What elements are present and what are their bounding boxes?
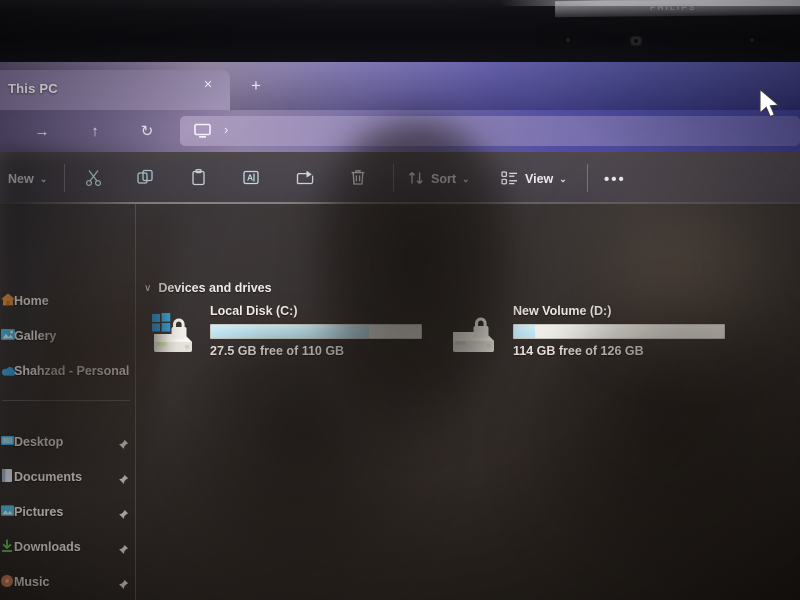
sort-button-label: Sort	[431, 172, 456, 186]
svg-text:A: A	[247, 173, 253, 183]
file-explorer-window: This PC × + → ↑ ↻ › New ⌄ A Sort ⌄ View …	[0, 62, 800, 600]
sidebar-item-label: Music	[14, 575, 50, 589]
tab-label: This PC	[8, 81, 58, 96]
sort-button[interactable]: Sort ⌄	[407, 166, 470, 192]
chevron-down-icon: ⌄	[39, 173, 48, 184]
pin-icon[interactable]	[118, 472, 129, 484]
monitor-bezel: PHILIPS	[0, 0, 800, 62]
sidebar-item-downloads[interactable]: Downloads	[0, 532, 135, 562]
copy-icon	[136, 168, 155, 190]
tab-this-pc[interactable]: This PC	[0, 70, 230, 110]
this-pc-icon	[194, 123, 211, 144]
pin-icon[interactable]	[118, 507, 129, 519]
monitor-brand-label: PHILIPS	[650, 3, 697, 12]
command-bar: New ⌄ A Sort ⌄ View ⌄ •••	[0, 152, 800, 204]
address-bar[interactable]: ›	[180, 116, 800, 146]
navigation-pane: Home Gallery Shahzad - Personal Desktop …	[0, 204, 135, 600]
navigation-bar: → ↑ ↻ ›	[0, 110, 800, 152]
chevron-down-icon: ⌄	[559, 173, 567, 184]
toolbar-divider	[64, 164, 65, 192]
close-icon[interactable]: ×	[198, 75, 218, 95]
new-tab-icon[interactable]: +	[243, 74, 269, 98]
chevron-down-icon[interactable]: ∨	[144, 283, 151, 294]
paste-icon	[189, 168, 208, 190]
pin-icon[interactable]	[118, 577, 129, 589]
drive-usage-fill	[211, 325, 369, 338]
paste-button[interactable]	[189, 166, 208, 192]
sidebar-item-label: Home	[14, 294, 49, 308]
drive-item-new-volume-d[interactable]: New Volume (D:) 114 GB free of 126 GB	[451, 304, 741, 366]
title-bar: This PC × +	[0, 62, 800, 110]
sort-icon	[407, 169, 425, 190]
more-options-button[interactable]: •••	[604, 166, 626, 192]
scissors-icon	[84, 168, 103, 190]
monitor-photo: PHILIPS This PC × + → ↑ ↻ › New ⌄ A Sort…	[0, 0, 800, 600]
rename-icon: A	[241, 168, 261, 190]
sidebar-item-label: Gallery	[14, 329, 57, 343]
drive-icon	[451, 310, 507, 354]
new-button[interactable]: New ⌄	[8, 166, 47, 192]
sidebar-item-documents[interactable]: Documents	[0, 462, 135, 492]
sidebar-item-gallery[interactable]: Gallery	[0, 321, 135, 351]
webcam-icon	[630, 36, 642, 46]
toolbar-divider	[393, 164, 394, 192]
sidebar-divider	[2, 400, 130, 401]
pin-icon[interactable]	[118, 542, 129, 554]
chevron-down-icon: ⌄	[462, 173, 470, 184]
drive-free-space: 27.5 GB free of 110 GB	[210, 344, 345, 358]
drive-usage-bar	[210, 324, 422, 339]
group-title: Devices and drives	[158, 281, 272, 295]
sidebar-item-label: Downloads	[14, 540, 81, 554]
mouse-pointer-icon	[757, 88, 783, 127]
sidebar-item-pictures[interactable]: Pictures	[0, 497, 135, 527]
view-list-icon	[500, 169, 519, 190]
delete-button[interactable]	[349, 166, 367, 192]
view-button[interactable]: View ⌄	[500, 166, 567, 192]
drive-free-space: 114 GB free of 126 GB	[513, 344, 644, 358]
content-pane: ∨ Devices and drives Local Disk (C:) 27.…	[136, 204, 800, 600]
copy-button[interactable]	[136, 166, 155, 192]
up-icon[interactable]: ↑	[83, 120, 107, 144]
forward-icon[interactable]: →	[30, 120, 54, 144]
share-icon	[295, 168, 316, 190]
rename-button[interactable]: A	[241, 166, 261, 192]
sidebar-item-music[interactable]: Music	[0, 567, 135, 597]
drive-usage-bar	[513, 324, 725, 339]
explorer-body: Home Gallery Shahzad - Personal Desktop …	[0, 204, 800, 600]
drive-name: Local Disk (C:)	[210, 304, 298, 318]
view-button-label: View	[525, 172, 554, 186]
refresh-icon[interactable]: ↻	[135, 120, 159, 144]
drive-usage-fill	[514, 325, 535, 338]
sidebar-item-onedrive[interactable]: Shahzad - Personal	[0, 356, 135, 386]
sidebar-item-label: Desktop	[14, 435, 64, 449]
sidebar-item-label: Documents	[14, 470, 83, 484]
trash-icon	[349, 168, 367, 190]
breadcrumb-chevron-icon[interactable]: ›	[224, 122, 228, 137]
cut-button[interactable]	[84, 166, 103, 192]
bezel-dot	[566, 38, 570, 42]
share-button[interactable]	[295, 166, 316, 192]
sidebar-item-desktop[interactable]: Desktop	[0, 427, 135, 457]
sidebar-item-label: Shahzad - Personal	[14, 364, 130, 378]
sidebar-item-home[interactable]: Home	[0, 286, 135, 316]
pin-icon[interactable]	[118, 437, 129, 449]
drive-name: New Volume (D:)	[513, 304, 612, 318]
drive-item-local-disk-c[interactable]: Local Disk (C:) 27.5 GB free of 110 GB	[148, 304, 438, 366]
sidebar-item-label: Pictures	[14, 505, 64, 519]
new-button-label: New	[8, 172, 34, 186]
toolbar-divider	[587, 164, 588, 192]
devices-and-drives-group-header[interactable]: ∨ Devices and drives	[144, 281, 272, 295]
windows-drive-icon	[148, 310, 204, 354]
bezel-dot	[750, 38, 754, 42]
